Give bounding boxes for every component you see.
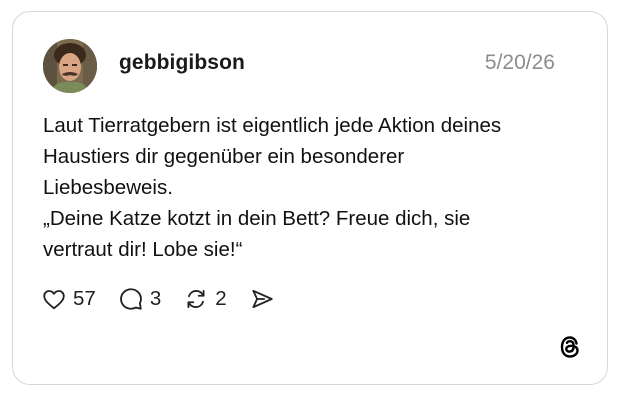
avatar-image (43, 39, 97, 93)
reply-count: 3 (149, 287, 162, 310)
post-text-line: Liebesbeweis. (43, 176, 173, 199)
username[interactable]: gebbigibson (119, 51, 245, 75)
action-bar: 57 3 2 (41, 284, 297, 314)
threads-logo-icon[interactable] (557, 334, 583, 360)
avatar[interactable] (43, 39, 97, 93)
post-text-line: Laut Tierratgebern ist eigentlich jede A… (43, 114, 502, 137)
repost-button[interactable]: 2 (183, 286, 227, 312)
post-text-line: vertraut dir! Lobe sie!“ (43, 238, 243, 261)
share-button[interactable] (249, 286, 275, 312)
speech-bubble-icon (119, 288, 142, 310)
like-count: 57 (73, 287, 96, 310)
post-text-line: Haustiers dir gegenüber ein besonderer (43, 145, 405, 168)
like-button[interactable]: 57 (41, 286, 96, 312)
repost-arrows-icon (187, 289, 205, 309)
post-text-line: „Deine Katze kotzt in dein Bett? Freue d… (43, 207, 471, 230)
post-text: Laut Tierratgebern ist eigentlich jede A… (43, 110, 583, 265)
post-card: gebbigibson 5/20/26 Laut Tierratgebern i… (12, 11, 608, 385)
repost-count: 2 (215, 287, 227, 310)
post-date: 5/20/26 (484, 51, 555, 74)
heart-icon (43, 290, 65, 310)
send-arrow-icon (252, 289, 273, 309)
reply-button[interactable]: 3 (118, 286, 161, 312)
